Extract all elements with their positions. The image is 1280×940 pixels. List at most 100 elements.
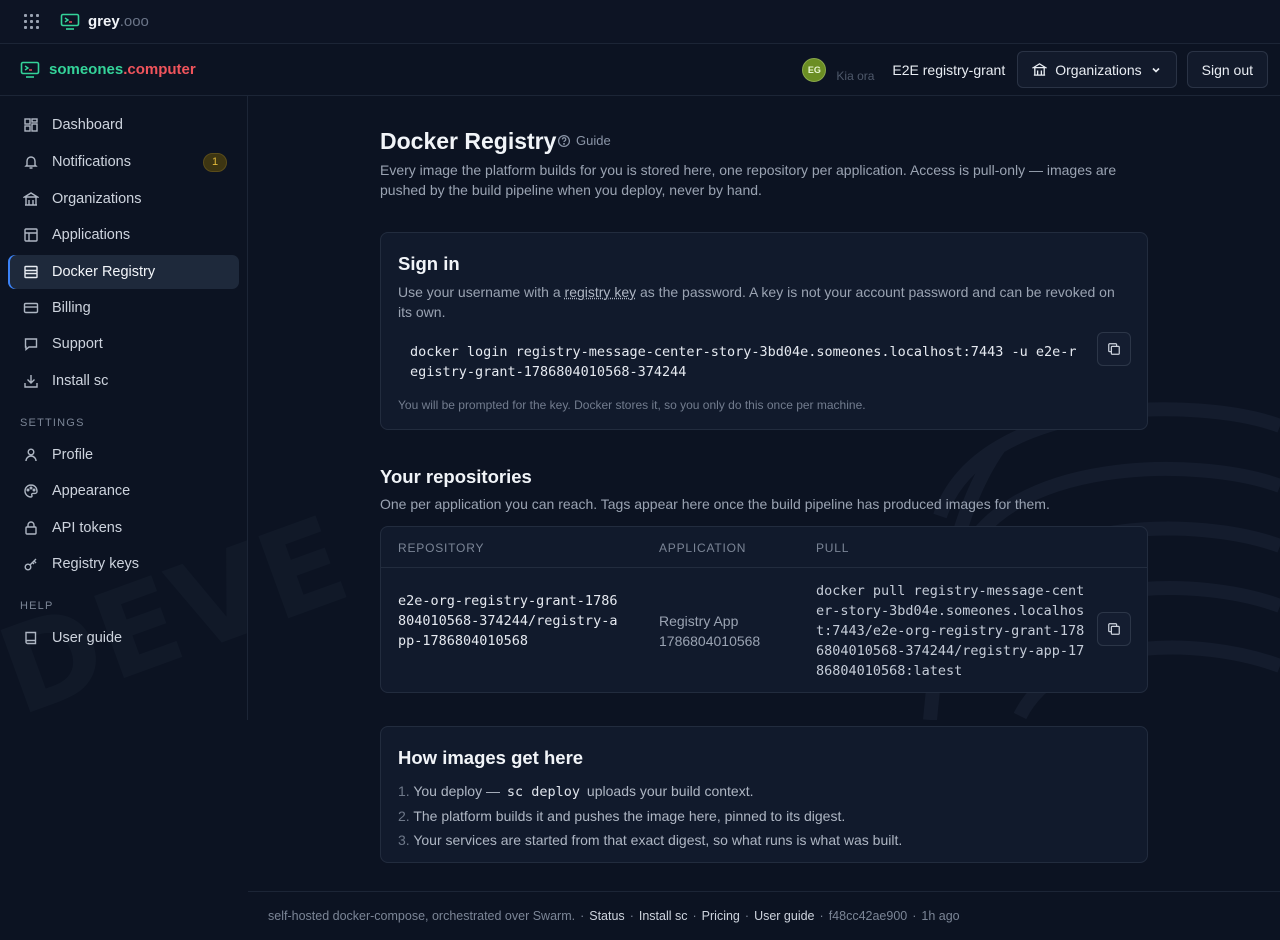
step-number: 2.: [398, 808, 410, 824]
table-header-divider: [381, 567, 1147, 568]
copy-login-command-button[interactable]: [1097, 332, 1131, 366]
layout-icon: [24, 228, 38, 242]
app-launcher-icon[interactable]: [20, 11, 42, 33]
sidebar-item-label: Organizations: [52, 191, 142, 207]
sidebar-item-label: Install sc: [52, 373, 109, 389]
terminal-monitor-icon: [20, 61, 40, 78]
book-icon: [25, 631, 37, 645]
footer-link-user-guide[interactable]: User guide: [754, 909, 814, 923]
footer-link-install-sc[interactable]: Install sc: [639, 909, 688, 923]
palette-icon: [24, 484, 38, 498]
bell-icon: [24, 156, 38, 169]
repositories-title: Your repositories: [380, 466, 532, 487]
docker-pull-command[interactable]: docker pull registry-message-center-stor…: [816, 581, 1092, 681]
sidebar-item-applications[interactable]: Applications: [8, 218, 239, 252]
footer-separator: ·: [629, 909, 634, 923]
step-text-after: uploads your build context.: [583, 783, 754, 799]
sidebar-item-label: Dashboard: [52, 117, 123, 133]
greeting: Kia ora: [836, 68, 875, 83]
user-name: E2E registry-grant: [892, 61, 1006, 78]
how-images-title: How images get here: [398, 747, 584, 768]
footer-text: self-hosted docker-compose, orchestrated…: [268, 909, 576, 923]
help-heading: HELP: [20, 600, 54, 612]
repositories-description: One per application you can reach. Tags …: [380, 496, 1050, 512]
footer-link-pricing[interactable]: Pricing: [702, 909, 740, 923]
sidebar-item-support[interactable]: Support: [8, 327, 239, 361]
copy-icon: [1108, 343, 1120, 355]
key-icon: [24, 558, 37, 571]
settings-heading: SETTINGS: [20, 417, 85, 429]
step-text: You deploy —: [413, 783, 504, 799]
step-code: sc deploy: [506, 784, 581, 800]
sidebar-item-label: API tokens: [52, 520, 123, 536]
sidebar-item-billing[interactable]: Billing: [8, 291, 239, 325]
sidebar-item-label: Appearance: [52, 483, 131, 499]
brand-primary: someones: [49, 61, 124, 78]
sidebar-item-registry-keys[interactable]: Registry keys: [8, 547, 239, 581]
list-item: 2. The platform builds it and pushes the…: [398, 804, 902, 828]
step-number: 3.: [398, 832, 410, 848]
copy-pull-command-button[interactable]: [1097, 612, 1131, 646]
application-name: Registry App 1786804010568: [659, 613, 761, 649]
sidebar-item-user-guide[interactable]: User guide: [8, 621, 239, 655]
user-icon: [25, 448, 37, 462]
organizations-label: Organizations: [1055, 61, 1142, 78]
copy-icon: [1108, 623, 1120, 635]
sidebar-item-label: Applications: [52, 227, 131, 243]
help-circle-icon: [557, 134, 571, 147]
sign-in-card: Sign in Use your username with a registr…: [380, 232, 1148, 430]
sidebar-item-organizations[interactable]: Organizations: [8, 182, 239, 216]
monitor-icon: [60, 13, 80, 30]
sidebar-item-profile[interactable]: Profile: [8, 438, 239, 472]
sidebar-item-label: Notifications: [52, 154, 131, 170]
sign-in-text: Use your username with a registry key as…: [398, 282, 1128, 322]
site-header: someones.computer EG Kia ora E2E registr…: [0, 44, 1280, 96]
top-brand-suffix: .ooo: [119, 13, 149, 30]
footer-separator: ·: [912, 909, 917, 923]
guide-link[interactable]: Guide: [557, 133, 611, 148]
footer-link-status[interactable]: Status: [589, 909, 624, 923]
building-icon: [1032, 63, 1048, 76]
sign-in-hint: You will be prompted for the key. Docker…: [398, 398, 866, 412]
docker-login-command[interactable]: docker login registry-message-center-sto…: [410, 342, 1080, 382]
sidebar-item-label: User guide: [52, 630, 123, 646]
footer-commit: f48cc42ae900: [828, 909, 908, 923]
sidebar-item-docker-registry[interactable]: Docker Registry: [8, 255, 239, 289]
brand-secondary: computer: [127, 61, 196, 78]
registry-key-term[interactable]: registry key: [565, 284, 637, 300]
footer: self-hosted docker-compose, orchestrated…: [248, 891, 1280, 940]
sign-out-button[interactable]: Sign out: [1186, 51, 1268, 88]
sidebar-item-dashboard[interactable]: Dashboard: [8, 108, 239, 142]
step-number: 1.: [398, 783, 410, 799]
page-title: Docker Registry: [380, 128, 557, 154]
top-bar: grey.ooo: [0, 0, 1280, 44]
top-brand[interactable]: grey.ooo: [60, 13, 149, 31]
sidebar-item-label: Registry keys: [52, 556, 140, 572]
download-icon: [24, 375, 38, 388]
avatar[interactable]: EG: [802, 57, 827, 82]
sidebar-item-label: Profile: [52, 447, 94, 463]
site-brand[interactable]: someones.computer: [20, 61, 196, 79]
column-header-pull: PULL: [816, 541, 850, 555]
organizations-dropdown[interactable]: Organizations: [1017, 51, 1177, 88]
sidebar-item-install-sc[interactable]: Install sc: [8, 364, 239, 398]
sidebar: Dashboard Notifications 1 Organizations …: [0, 96, 248, 720]
step-text: The platform builds it and pushes the im…: [413, 808, 846, 824]
sidebar-item-appearance[interactable]: Appearance: [8, 474, 239, 508]
list-item: 1. You deploy — sc deploy uploads your b…: [398, 779, 902, 804]
top-brand-primary: grey: [88, 13, 120, 30]
step-text: Your services are started from that exac…: [413, 832, 903, 848]
chevron-down-icon: [1152, 67, 1160, 73]
sidebar-item-notifications[interactable]: Notifications 1: [8, 145, 239, 179]
footer-separator: ·: [744, 909, 750, 923]
sign-in-text-before: Use your username with a: [398, 284, 565, 300]
sidebar-item-api-tokens[interactable]: API tokens: [8, 511, 239, 545]
guide-label: Guide: [576, 133, 611, 148]
list-item: 3. Your services are started from that e…: [398, 828, 902, 852]
page-description: Every image the platform builds for you …: [380, 162, 1117, 198]
footer-separator: ·: [819, 909, 824, 923]
server-icon: [24, 265, 38, 279]
repository-name[interactable]: e2e-org-registry-grant-1786804010568-374…: [398, 591, 618, 651]
sign-in-title: Sign in: [398, 253, 460, 274]
building-icon: [23, 192, 39, 206]
